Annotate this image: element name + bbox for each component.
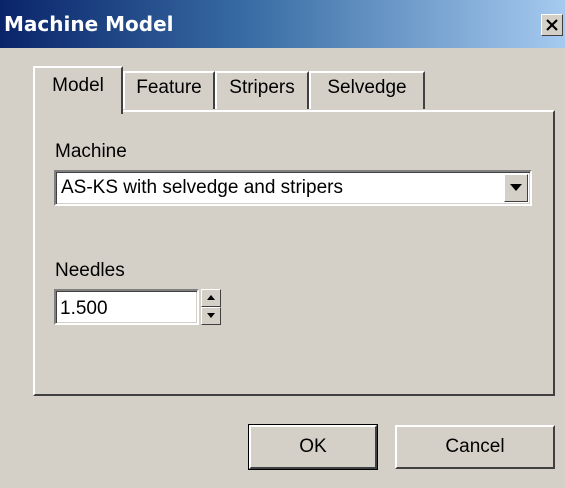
needles-label: Needles bbox=[55, 260, 125, 281]
ok-button[interactable]: OK bbox=[248, 424, 378, 470]
needles-input[interactable] bbox=[54, 289, 199, 325]
tab-stripers[interactable]: Stripers bbox=[215, 71, 309, 109]
machine-label: Machine bbox=[55, 141, 127, 162]
tab-selvedge[interactable]: Selvedge bbox=[309, 71, 425, 109]
tab-feature[interactable]: Feature bbox=[123, 71, 215, 109]
arrow-down-icon bbox=[207, 313, 215, 318]
needles-spin-up-button[interactable] bbox=[201, 289, 221, 307]
tab-model[interactable]: Model bbox=[33, 66, 123, 114]
needles-spin-down-button[interactable] bbox=[201, 307, 221, 325]
chevron-down-icon bbox=[510, 184, 522, 191]
model-tab-panel: Machine AS-KS with selvedge and stripers… bbox=[33, 110, 555, 396]
machine-select-value: AS-KS with selvedge and stripers bbox=[61, 177, 343, 198]
machine-select[interactable]: AS-KS with selvedge and stripers bbox=[54, 170, 532, 206]
close-button[interactable] bbox=[541, 14, 563, 36]
close-icon bbox=[546, 19, 558, 31]
cancel-button[interactable]: Cancel bbox=[395, 425, 555, 469]
arrow-up-icon bbox=[207, 295, 215, 300]
window-title: Machine Model bbox=[4, 12, 174, 36]
title-bar[interactable]: Machine Model bbox=[0, 0, 565, 48]
machine-dropdown-button[interactable] bbox=[504, 174, 528, 202]
